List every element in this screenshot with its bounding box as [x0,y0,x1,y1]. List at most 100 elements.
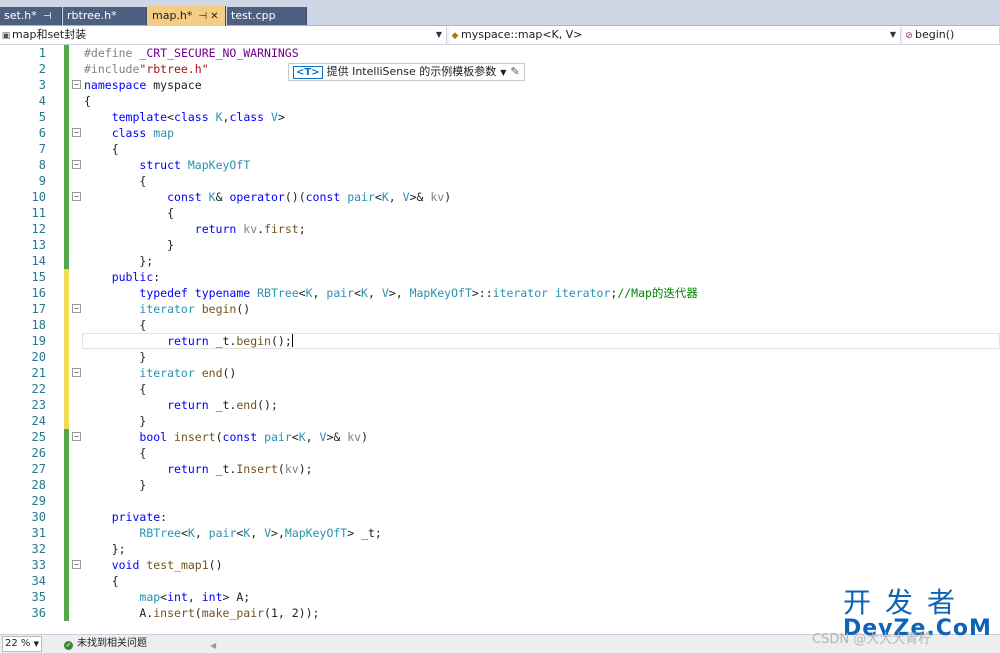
pin-icon[interactable]: ⊣ [198,7,207,26]
code-line[interactable]: 20 } [0,349,1000,365]
code-text[interactable]: #include"rbtree.h" [84,61,209,77]
intellisense-template-hint[interactable]: <T> 提供 IntelliSense 的示例模板参数 ▼ ✎ [288,63,525,81]
code-line[interactable]: 22 { [0,381,1000,397]
code-line[interactable]: 11 { [0,205,1000,221]
code-text[interactable]: { [84,93,91,109]
code-line[interactable]: 4{ [0,93,1000,109]
code-line[interactable]: 18 { [0,317,1000,333]
code-line[interactable]: 24 } [0,413,1000,429]
code-line[interactable]: 12 return kv.first; [0,221,1000,237]
code-text[interactable]: public: [84,269,160,285]
code-text[interactable]: A.insert(make_pair(1, 2)); [84,605,319,621]
code-text[interactable]: } [84,477,146,493]
collapse-icon[interactable]: − [72,368,81,377]
code-text[interactable]: }; [84,541,126,557]
collapse-icon[interactable]: − [72,432,81,441]
code-line[interactable]: 21 − iterator end() [0,365,1000,381]
code-line[interactable]: 25 − bool insert(const pair<K, V>& kv) [0,429,1000,445]
tab-test-cpp[interactable]: test.cpp [227,7,307,25]
line-number: 24 [31,414,46,428]
code-line[interactable]: 13 } [0,237,1000,253]
code-editor[interactable]: 1 #define _CRT_SECURE_NO_WARNINGS 2 #includ… [0,45,1000,633]
close-icon[interactable]: ✕ [210,7,218,26]
code-text[interactable]: bool insert(const pair<K, V>& kv) [84,429,368,445]
code-text[interactable]: { [84,205,174,221]
code-line[interactable]: 5 template<class K,class V> [0,109,1000,125]
code-line[interactable]: 14 }; [0,253,1000,269]
code-text[interactable]: class map [84,125,174,141]
pin-icon[interactable]: ⊣ [43,8,52,25]
tab-set-h[interactable]: set.h* ⊣ [0,7,62,25]
code-line[interactable]: 10 − const K& operator()(const pair<K, V>… [0,189,1000,205]
code-line[interactable]: 17 − iterator begin() [0,301,1000,317]
code-text[interactable]: } [84,413,146,429]
issues-indicator[interactable]: ✓ 未找到相关问题 [64,635,147,652]
code-text[interactable]: void test_map1() [84,557,223,573]
collapse-icon[interactable]: − [72,128,81,137]
code-text[interactable]: return _t.Insert(kv); [84,461,312,477]
code-text[interactable]: struct MapKeyOfT [84,157,250,173]
tab-map-h[interactable]: map.h* ⊣ ✕ [148,6,226,26]
code-text[interactable]: } [84,237,174,253]
line-number: 26 [31,446,46,460]
code-text[interactable]: iterator begin() [84,301,250,317]
code-text[interactable]: const K& operator()(const pair<K, V>& kv… [84,189,451,205]
code-line[interactable]: 28 } [0,477,1000,493]
line-number: 11 [31,206,46,220]
line-number: 22 [31,382,46,396]
code-line[interactable]: 19 return _t.begin(); [0,333,1000,349]
change-marker [64,221,69,237]
code-text[interactable]: { [84,173,146,189]
pencil-icon[interactable]: ✎ [510,65,519,78]
code-text[interactable]: { [84,141,119,157]
code-text[interactable]: { [84,317,146,333]
code-line[interactable]: 26 { [0,445,1000,461]
collapse-icon[interactable]: − [72,160,81,169]
code-line[interactable]: 27 return _t.Insert(kv); [0,461,1000,477]
code-line[interactable]: 31 RBTree<K, pair<K, V>,MapKeyOfT> _t; [0,525,1000,541]
code-line[interactable]: 15 public: [0,269,1000,285]
zoom-dropdown[interactable]: 22 % ▼ [2,636,42,652]
code-text[interactable]: { [84,381,146,397]
code-line[interactable]: 1 #define _CRT_SECURE_NO_WARNINGS [0,45,1000,61]
code-text[interactable]: map<int, int> A; [84,589,250,605]
project-dropdown[interactable]: ▣ map和set封装 ▼ [0,27,447,44]
code-text[interactable]: return kv.first; [84,221,306,237]
code-text[interactable]: private: [84,509,167,525]
code-line[interactable]: 16 typedef typename RBTree<K, pair<K, V>… [0,285,1000,301]
member-label: begin() [915,28,955,41]
code-text[interactable]: return _t.begin(); [84,333,293,349]
code-line[interactable]: 7 { [0,141,1000,157]
chevron-down-icon[interactable]: ▼ [436,27,442,43]
code-line[interactable]: 33 − void test_map1() [0,557,1000,573]
code-text[interactable]: typedef typename RBTree<K, pair<K, V>, M… [84,285,698,301]
code-text[interactable]: template<class K,class V> [84,109,285,125]
code-text[interactable]: return _t.end(); [84,397,278,413]
code-line[interactable]: 6 − class map [0,125,1000,141]
code-text[interactable]: RBTree<K, pair<K, V>,MapKeyOfT> _t; [84,525,381,541]
code-text[interactable]: { [84,573,119,589]
member-dropdown[interactable]: ⊘ begin() [903,27,1000,44]
code-text[interactable]: #define _CRT_SECURE_NO_WARNINGS [84,45,299,61]
code-line[interactable]: 8 − struct MapKeyOfT [0,157,1000,173]
chevron-down-icon[interactable]: ▼ [500,68,506,77]
collapse-icon[interactable]: − [72,304,81,313]
code-line[interactable]: 32 }; [0,541,1000,557]
code-text[interactable]: namespace myspace [84,77,202,93]
collapse-icon[interactable]: − [72,560,81,569]
collapse-icon[interactable]: − [72,80,81,89]
code-line[interactable]: 23 return _t.end(); [0,397,1000,413]
code-text[interactable]: { [84,445,146,461]
code-line[interactable]: 30 private: [0,509,1000,525]
code-text[interactable]: }; [84,253,153,269]
code-text[interactable]: iterator end() [84,365,236,381]
chevron-down-icon[interactable]: ▼ [890,27,896,43]
tab-rbtree-h[interactable]: rbtree.h* [63,7,147,25]
code-line[interactable]: 29 [0,493,1000,509]
code-text[interactable]: } [84,349,146,365]
collapse-icon[interactable]: − [72,192,81,201]
code-line[interactable]: 9 { [0,173,1000,189]
scope-dropdown[interactable]: ◆ myspace::map<K, V> ▼ [449,27,901,44]
line-number: 19 [31,334,46,348]
project-icon: ▣ [1,31,11,41]
